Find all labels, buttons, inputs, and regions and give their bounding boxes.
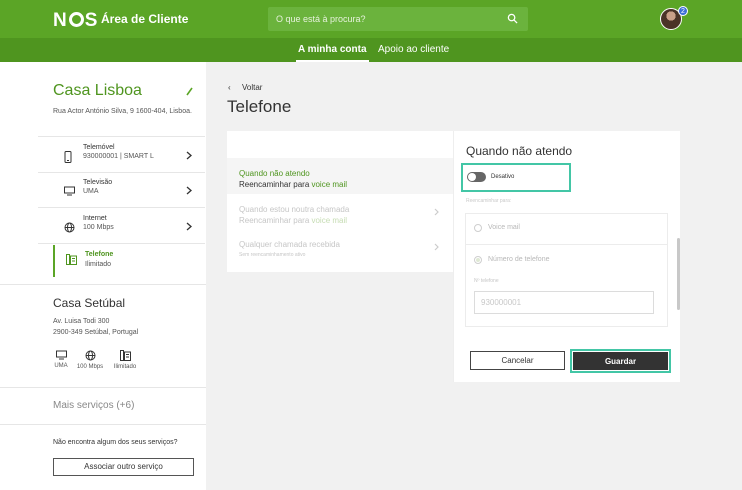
notification-badge[interactable]: 2 — [678, 6, 688, 16]
home2-title: Casa Setúbal — [53, 296, 126, 310]
cancel-button[interactable]: Cancelar — [470, 351, 565, 370]
chevron-right-icon — [434, 243, 439, 251]
landline-icon — [119, 350, 131, 361]
divider — [0, 424, 206, 425]
mini-service-telefone[interactable]: Ilimitado — [112, 350, 138, 370]
service-name: Telefone — [85, 251, 114, 258]
service-detail: UMA — [83, 188, 99, 195]
option-subtitle-prefix: Reencaminhar para — [239, 216, 312, 225]
globe-icon — [85, 350, 95, 361]
chevron-right-icon — [434, 208, 439, 216]
service-detail: 930000001 | SMART L — [83, 153, 154, 160]
logo-letter-s: S — [84, 10, 99, 31]
back-link[interactable]: ‹ Voltar — [228, 83, 262, 92]
radio-voice-mail[interactable] — [474, 224, 482, 232]
divider — [38, 207, 205, 208]
option-subtitle: Reencaminhar para voice mail — [239, 180, 347, 189]
phone-number-label: Nº telefone — [474, 278, 499, 284]
sidebar-item-telefone[interactable]: Telefone Ilimitado — [53, 245, 205, 277]
globe-icon — [64, 222, 75, 233]
radio-voice-mail-label: Voice mail — [488, 224, 520, 231]
mini-service-label: UMA — [54, 363, 68, 369]
option-quando-nao-atendo[interactable]: Quando não atendo Reencaminhar para voic… — [227, 158, 453, 194]
radio-phone-number[interactable] — [474, 256, 482, 264]
top-header: NS Área de Cliente 2 — [0, 0, 742, 38]
nos-logo[interactable]: NS — [53, 10, 98, 32]
forwarding-options-panel: Quando não atendo Reencaminhar para voic… — [227, 131, 453, 272]
service-detail: 100 Mbps — [83, 224, 114, 231]
option-title: Quando estou noutra chamada — [239, 205, 350, 214]
divider — [465, 244, 668, 245]
logo-letter-n: N — [53, 10, 68, 31]
home2-address-line2: 2900-349 Setúbal, Portugal — [53, 329, 139, 336]
option-subtitle-link: voice mail — [311, 216, 348, 225]
service-name: Telemóvel — [83, 144, 115, 151]
detail-title: Quando não atendo — [466, 144, 573, 158]
option-subtitle: Sem reencaminhamento ativo — [239, 252, 306, 258]
tv-icon — [55, 350, 67, 360]
associate-service-button[interactable]: Associar outro serviço — [53, 458, 194, 476]
divider — [0, 387, 206, 388]
scrollbar[interactable] — [677, 238, 680, 310]
phone-icon — [64, 151, 72, 163]
sidebar-item-internet[interactable]: Internet 100 Mbps — [53, 213, 205, 243]
chevron-left-icon: ‹ — [228, 83, 231, 92]
search-input[interactable] — [268, 7, 498, 31]
divider — [38, 243, 205, 244]
home2-address: Av. Luisa Todi 300 2900-349 Setúbal, Port… — [53, 316, 138, 338]
area-cliente-title: Área de Cliente — [101, 12, 189, 26]
search-bar — [268, 7, 528, 31]
option-title: Qualquer chamada recebida — [239, 240, 340, 249]
sidebar-item-televisao[interactable]: Televisão UMA — [53, 177, 205, 207]
mini-service-tv[interactable]: UMA — [53, 350, 69, 369]
logo-circle-icon — [68, 12, 84, 27]
radio-phone-number-label: Número de telefone — [488, 256, 550, 263]
home2-address-line1: Av. Luisa Todi 300 — [53, 318, 110, 325]
back-label: Voltar — [242, 83, 263, 92]
toggle-label: Desativo — [491, 174, 515, 180]
chevron-right-icon — [186, 222, 192, 231]
service-detail: Ilimitado — [85, 261, 112, 268]
tab-a-minha-conta[interactable]: A minha conta — [296, 44, 369, 62]
toggle-knob — [468, 173, 476, 181]
sidebar-item-telemovel[interactable]: Telemóvel 930000001 | SMART L — [53, 142, 205, 172]
divider — [38, 136, 205, 137]
service-name: Televisão — [83, 179, 113, 186]
divider — [0, 284, 206, 285]
tab-apoio-ao-cliente[interactable]: Apoio ao cliente — [378, 44, 449, 55]
sub-navigation: A minha conta Apoio ao cliente — [0, 38, 742, 62]
page-title: Telefone — [227, 97, 292, 116]
search-icon[interactable] — [507, 13, 518, 24]
mini-service-label: 100 Mbps — [76, 364, 104, 370]
option-noutra-chamada[interactable]: Quando estou noutra chamada Reencaminhar… — [227, 194, 453, 230]
phone-number-field[interactable] — [474, 291, 654, 314]
option-qualquer-chamada[interactable]: Qualquer chamada recebida Sem reencaminh… — [227, 229, 453, 265]
option-title: Quando não atendo — [239, 169, 310, 178]
forward-to-label: Reencaminhar para: — [466, 198, 512, 204]
missing-service-text: Não encontra algum dos seus serviços? — [53, 439, 178, 446]
edit-pencil-icon[interactable] — [186, 87, 193, 96]
service-name: Internet — [83, 215, 107, 222]
home-address: Rua Actor António Silva, 9 1600-404, Lis… — [53, 108, 192, 115]
chevron-right-icon — [186, 151, 192, 160]
mini-service-label: Ilimitado — [113, 364, 137, 370]
option-subtitle: Reencaminhar para voice mail — [239, 216, 347, 225]
divider — [38, 172, 205, 173]
landline-icon — [66, 254, 77, 265]
forwarding-toggle[interactable] — [467, 172, 486, 182]
option-subtitle-prefix: Reencaminhar para — [239, 180, 312, 189]
tv-icon — [64, 186, 75, 196]
home-title: Casa Lisboa — [53, 82, 142, 99]
save-button[interactable]: Guardar — [573, 352, 668, 370]
more-services-link[interactable]: Mais serviços (+6) — [53, 400, 134, 411]
chevron-right-icon — [186, 186, 192, 195]
mini-service-internet[interactable]: 100 Mbps — [75, 350, 105, 370]
option-subtitle-link: voice mail — [311, 180, 348, 189]
